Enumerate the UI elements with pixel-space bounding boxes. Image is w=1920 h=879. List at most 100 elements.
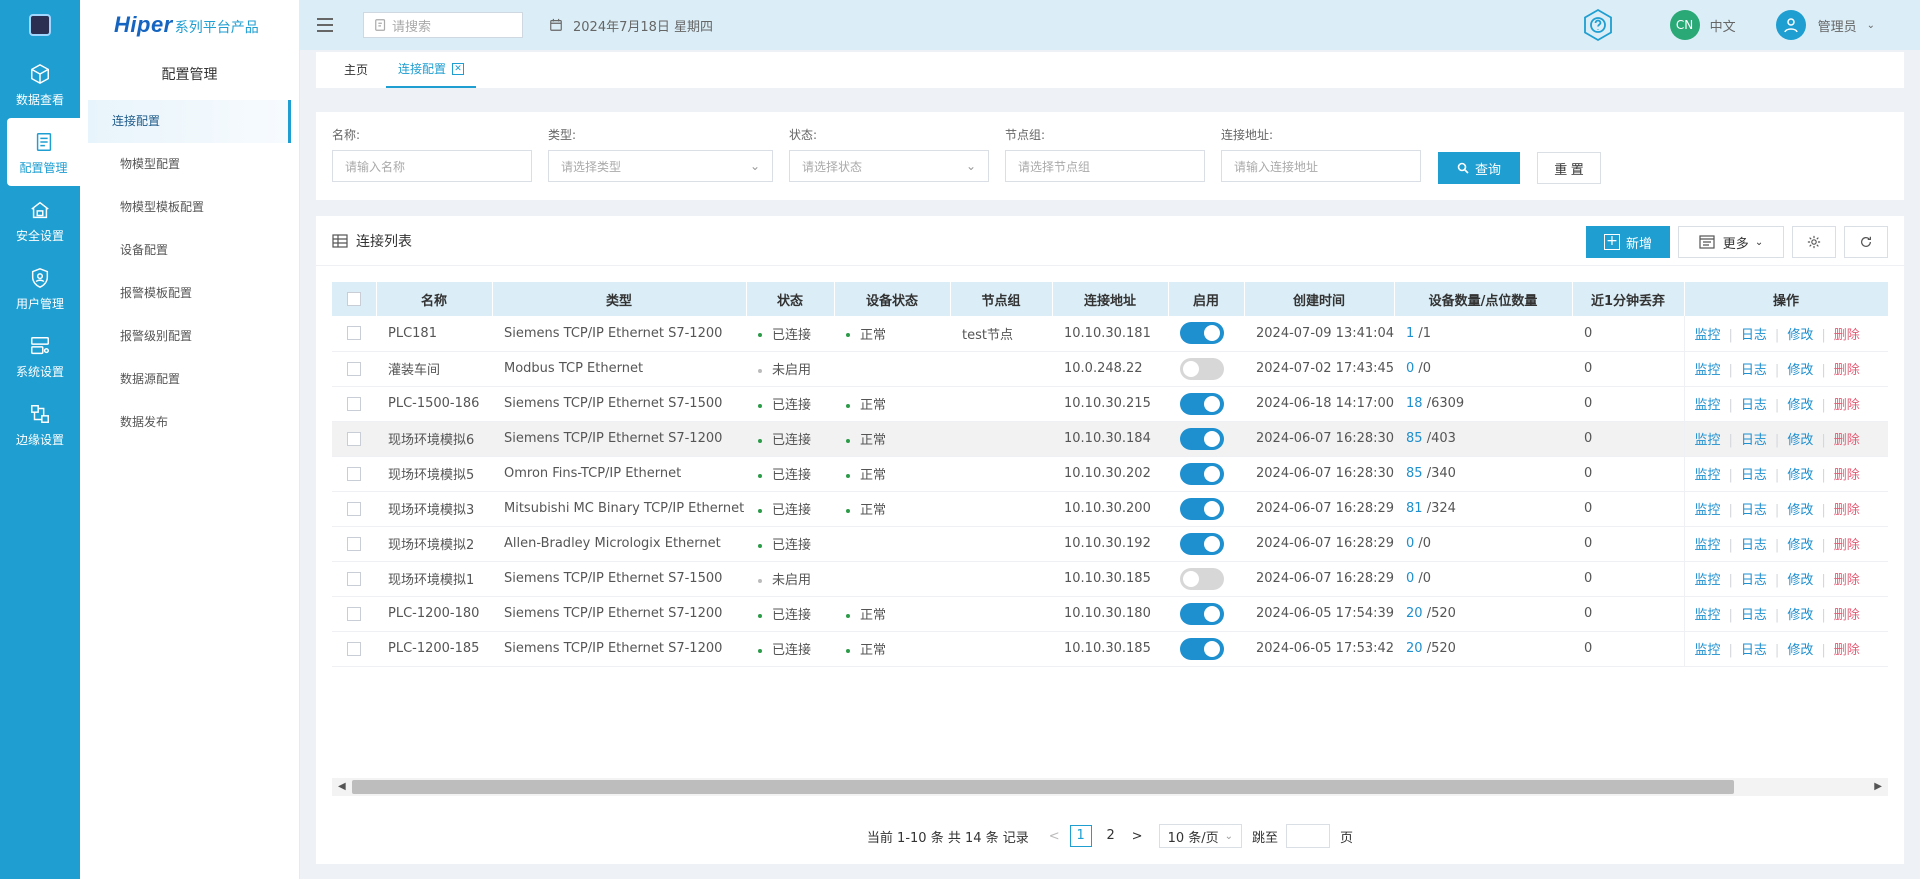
row-checkbox[interactable]: [347, 431, 361, 446]
settings-button[interactable]: [1792, 226, 1836, 258]
monitor-link[interactable]: 监控: [1695, 433, 1721, 448]
table-row[interactable]: PLC-1200-185 Siemens TCP/IP Ethernet S7-1…: [332, 631, 1888, 667]
menu-toggle-icon[interactable]: [317, 18, 333, 32]
device-count-link[interactable]: 1: [1406, 326, 1414, 341]
refresh-button[interactable]: [1844, 226, 1888, 258]
monitor-link[interactable]: 监控: [1695, 363, 1721, 378]
delete-link[interactable]: 删除: [1834, 468, 1860, 483]
delete-link[interactable]: 删除: [1834, 398, 1860, 413]
enable-toggle[interactable]: [1180, 637, 1224, 660]
sidebar-item-datasource[interactable]: 数据源配置: [88, 358, 291, 401]
delete-link[interactable]: 删除: [1834, 503, 1860, 518]
close-icon[interactable]: ✕: [452, 63, 465, 75]
enable-toggle[interactable]: [1180, 392, 1224, 415]
scroll-left-icon[interactable]: ◀: [338, 781, 346, 792]
edit-link[interactable]: 修改: [1787, 328, 1813, 343]
delete-link[interactable]: 删除: [1834, 433, 1860, 448]
delete-link[interactable]: 删除: [1834, 573, 1860, 588]
device-count-link[interactable]: 81: [1406, 501, 1423, 516]
column-header[interactable]: 创建时间: [1244, 282, 1395, 316]
row-checkbox[interactable]: [347, 641, 361, 656]
enable-toggle[interactable]: [1180, 602, 1224, 625]
row-checkbox[interactable]: [347, 571, 361, 586]
log-link[interactable]: 日志: [1741, 643, 1767, 658]
user-menu[interactable]: 管理员 ⌄: [1775, 10, 1875, 40]
column-header[interactable]: 设备数量/点位数量: [1394, 282, 1573, 316]
horizontal-scrollbar[interactable]: ◀ ▶: [332, 778, 1888, 796]
column-header[interactable]: 设备状态: [834, 282, 951, 316]
name-input[interactable]: 请输入名称: [332, 150, 532, 182]
sidebar-item-alarm-level[interactable]: 报警级别配置: [88, 315, 291, 358]
table-row[interactable]: 现场环境模拟2 Allen-Bradley Micrologix Ethernet…: [332, 526, 1888, 562]
monitor-link[interactable]: 监控: [1695, 643, 1721, 658]
scroll-right-icon[interactable]: ▶: [1874, 781, 1882, 792]
table-row[interactable]: 现场环境模拟3 Mitsubishi MC Binary TCP/IP Ether…: [332, 491, 1888, 527]
rail-item-security[interactable]: 安全设置: [0, 186, 80, 254]
edit-link[interactable]: 修改: [1787, 503, 1813, 518]
status-select[interactable]: 请选择状态 ⌄: [789, 150, 989, 182]
reset-button[interactable]: 重 置: [1537, 152, 1601, 184]
column-header[interactable]: 连接地址: [1052, 282, 1169, 316]
log-link[interactable]: 日志: [1741, 433, 1767, 448]
rail-item-edge[interactable]: 边缘设置: [0, 390, 80, 458]
monitor-link[interactable]: 监控: [1695, 608, 1721, 623]
row-checkbox[interactable]: [347, 606, 361, 621]
table-row[interactable]: PLC181 Siemens TCP/IP Ethernet S7-1200 已连接…: [332, 316, 1888, 352]
log-link[interactable]: 日志: [1741, 608, 1767, 623]
edit-link[interactable]: 修改: [1787, 468, 1813, 483]
enable-toggle[interactable]: [1180, 357, 1224, 380]
edit-link[interactable]: 修改: [1787, 363, 1813, 378]
table-row[interactable]: 现场环境模拟1 Siemens TCP/IP Ethernet S7-1500 未启…: [332, 561, 1888, 597]
device-count-link[interactable]: 0: [1406, 536, 1414, 551]
log-link[interactable]: 日志: [1741, 398, 1767, 413]
next-page-icon[interactable]: >: [1132, 829, 1143, 844]
page-1[interactable]: 1: [1069, 825, 1092, 847]
device-count-link[interactable]: 20: [1406, 606, 1423, 621]
sidebar-item-thing-model[interactable]: 物模型配置: [88, 143, 291, 186]
log-link[interactable]: 日志: [1741, 503, 1767, 518]
table-row[interactable]: 现场环境模拟6 Siemens TCP/IP Ethernet S7-1200 已连…: [332, 421, 1888, 457]
monitor-link[interactable]: 监控: [1695, 468, 1721, 483]
delete-link[interactable]: 删除: [1834, 328, 1860, 343]
sidebar-item-thing-model-template[interactable]: 物模型模板配置: [88, 186, 291, 229]
rail-item-users[interactable]: 用户管理: [0, 254, 80, 322]
device-count-link[interactable]: 0: [1406, 361, 1414, 376]
address-input[interactable]: 请输入连接地址: [1221, 150, 1421, 182]
sidebar-item-alarm-template[interactable]: 报警模板配置: [88, 272, 291, 315]
rail-item-system[interactable]: 系统设置: [0, 322, 80, 390]
column-header[interactable]: 启用: [1168, 282, 1245, 316]
row-checkbox[interactable]: [347, 466, 361, 481]
column-header[interactable]: 近1分钟丢弃: [1572, 282, 1685, 316]
log-link[interactable]: 日志: [1741, 468, 1767, 483]
enable-toggle[interactable]: [1180, 462, 1224, 485]
device-count-link[interactable]: 0: [1406, 571, 1414, 586]
app-logo[interactable]: [0, 0, 80, 50]
rail-item-data-view[interactable]: 数据查看: [0, 50, 80, 118]
monitor-link[interactable]: 监控: [1695, 328, 1721, 343]
device-count-link[interactable]: 20: [1406, 641, 1423, 656]
device-count-link[interactable]: 18: [1406, 396, 1423, 411]
sidebar-item-publish[interactable]: 数据发布: [88, 401, 291, 444]
column-header[interactable]: 名称: [376, 282, 493, 316]
page-size-select[interactable]: 10 条/页 ⌄: [1158, 824, 1243, 848]
edit-link[interactable]: 修改: [1787, 573, 1813, 588]
monitor-link[interactable]: 监控: [1695, 573, 1721, 588]
log-link[interactable]: 日志: [1741, 363, 1767, 378]
row-checkbox[interactable]: [347, 361, 361, 376]
help-icon[interactable]: [1580, 7, 1616, 43]
row-checkbox[interactable]: [347, 501, 361, 516]
edit-link[interactable]: 修改: [1787, 433, 1813, 448]
more-button[interactable]: 更多 ⌄: [1678, 226, 1784, 258]
column-header[interactable]: 节点组: [950, 282, 1053, 316]
tab-home[interactable]: 主页: [332, 52, 380, 88]
table-row[interactable]: 灌装车间 Modbus TCP Ethernet 未启用 10.0.248.22 202…: [332, 351, 1888, 387]
enable-toggle[interactable]: [1180, 567, 1224, 590]
query-button[interactable]: 查询: [1438, 152, 1520, 184]
monitor-link[interactable]: 监控: [1695, 503, 1721, 518]
monitor-link[interactable]: 监控: [1695, 538, 1721, 553]
edit-link[interactable]: 修改: [1787, 608, 1813, 623]
language-switch[interactable]: CN 中文: [1669, 10, 1736, 40]
device-count-link[interactable]: 85: [1406, 466, 1423, 481]
log-link[interactable]: 日志: [1741, 538, 1767, 553]
sidebar-item-device[interactable]: 设备配置: [88, 229, 291, 272]
